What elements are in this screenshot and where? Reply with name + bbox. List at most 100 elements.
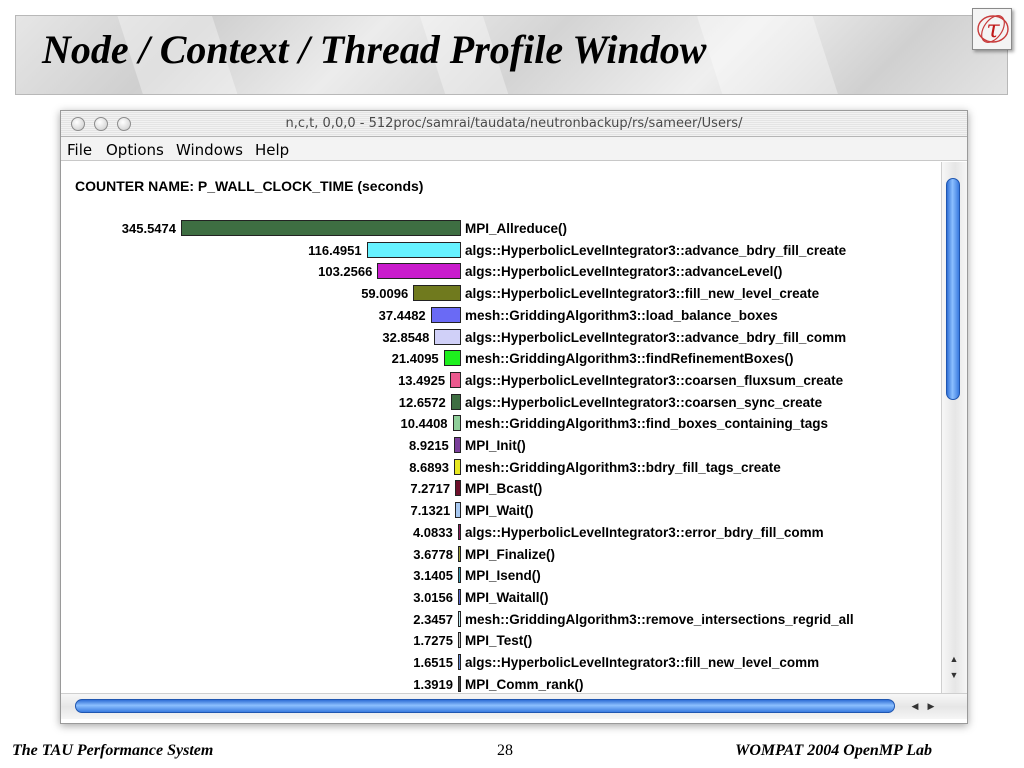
profile-row[interactable]: 8.9215 MPI_Init() <box>61 436 941 456</box>
scroll-right-arrow-icon[interactable]: ▶ <box>923 699 939 714</box>
profile-function-name[interactable]: MPI_Wait() <box>465 503 534 518</box>
profile-bar[interactable] <box>458 567 461 584</box>
profile-bar[interactable] <box>450 393 461 410</box>
profile-row[interactable]: 3.6778 MPI_Finalize() <box>61 545 941 565</box>
profile-row[interactable]: 8.6893 mesh::GriddingAlgorithm3::bdry_fil… <box>61 458 941 478</box>
profile-row[interactable]: 12.6572 algs::HyperbolicLevelIntegrator3:… <box>61 393 941 413</box>
footer-right: WOMPAT 2004 OpenMP Lab <box>735 742 932 759</box>
profile-row[interactable]: 4.0833 algs::HyperbolicLevelIntegrator3::… <box>61 523 941 543</box>
scroll-down-arrow-icon[interactable]: ▼ <box>946 668 962 683</box>
slide-title: Node / Context / Thread Profile Window <box>42 27 707 72</box>
profile-bar[interactable] <box>366 241 461 258</box>
profile-value: 116.4951 <box>308 242 362 258</box>
profile-function-name[interactable]: algs::HyperbolicLevelIntegrator3::fill_n… <box>465 655 819 670</box>
horizontal-scroll-thumb[interactable] <box>75 699 895 713</box>
profile-bar[interactable] <box>455 502 461 519</box>
profile-function-name[interactable]: MPI_Allreduce() <box>465 221 567 236</box>
profile-function-name[interactable]: algs::HyperbolicLevelIntegrator3::error_… <box>465 525 824 540</box>
profile-bar[interactable] <box>458 610 461 627</box>
profile-content-area: COUNTER NAME: P_WALL_CLOCK_TIME (seconds… <box>61 162 941 693</box>
profile-function-name[interactable]: algs::HyperbolicLevelIntegrator3::coarse… <box>465 395 822 410</box>
profile-function-name[interactable]: mesh::GriddingAlgorithm3::find_boxes_con… <box>465 416 828 431</box>
profile-row[interactable]: 1.7275 MPI_Test() <box>61 631 941 651</box>
scroll-up-arrow-icon[interactable]: ▲ <box>946 652 962 667</box>
menu-options[interactable]: Options <box>106 141 164 159</box>
profile-bar[interactable] <box>434 328 461 345</box>
profile-bar[interactable] <box>430 306 461 323</box>
profile-function-name[interactable]: mesh::GriddingAlgorithm3::load_balance_b… <box>465 308 778 323</box>
profile-bar[interactable] <box>413 285 461 302</box>
menu-file[interactable]: File <box>67 141 92 159</box>
profile-row[interactable]: 345.5474 MPI_Allreduce() <box>61 219 941 239</box>
profile-bar[interactable] <box>455 480 461 497</box>
profile-row[interactable]: 1.3919 MPI_Comm_rank() <box>61 675 941 693</box>
profile-function-name[interactable]: mesh::GriddingAlgorithm3::bdry_fill_tags… <box>465 460 781 475</box>
profile-value: 10.4408 <box>400 416 448 432</box>
profile-bar[interactable] <box>458 588 461 605</box>
profile-bar[interactable] <box>458 675 461 692</box>
menubar: File Options Windows Help <box>61 137 967 161</box>
window-titlebar[interactable]: n,c,t, 0,0,0 - 512proc/samrai/taudata/ne… <box>61 111 967 137</box>
profile-function-name[interactable]: mesh::GriddingAlgorithm3::remove_interse… <box>465 612 854 627</box>
profile-bar[interactable] <box>458 654 461 670</box>
profile-function-name[interactable]: MPI_Test() <box>465 633 532 648</box>
profile-bar[interactable] <box>457 523 461 540</box>
profile-value: 3.1405 <box>413 568 453 584</box>
profile-row[interactable]: 7.2717 MPI_Bcast() <box>61 479 941 499</box>
profile-row[interactable]: 59.0096 algs::HyperbolicLevelIntegrator3:… <box>61 284 941 304</box>
profile-value: 2.3457 <box>413 611 453 627</box>
profile-function-name[interactable]: MPI_Comm_rank() <box>465 677 584 692</box>
profile-bar[interactable] <box>377 263 461 280</box>
profile-value: 103.2566 <box>318 264 373 280</box>
profile-function-name[interactable]: MPI_Waitall() <box>465 590 549 605</box>
profile-function-name[interactable]: MPI_Finalize() <box>465 547 555 562</box>
menu-help[interactable]: Help <box>255 141 289 159</box>
profile-bar[interactable] <box>453 458 461 475</box>
profile-value: 3.6778 <box>413 546 453 562</box>
profile-function-name[interactable]: algs::HyperbolicLevelIntegrator3::advanc… <box>465 330 846 345</box>
profile-function-name[interactable]: algs::HyperbolicLevelIntegrator3::advanc… <box>465 243 846 258</box>
profile-row[interactable]: 1.6515 algs::HyperbolicLevelIntegrator3::… <box>61 653 941 673</box>
profile-value: 1.6515 <box>413 655 453 670</box>
profile-bar[interactable] <box>452 415 461 432</box>
horizontal-scrollbar[interactable]: ◀ ▶ <box>61 693 967 719</box>
scroll-left-arrow-icon[interactable]: ◀ <box>907 699 923 714</box>
profile-row[interactable]: 21.4095 mesh::GriddingAlgorithm3::findRef… <box>61 349 941 369</box>
profile-row[interactable]: 32.8548 algs::HyperbolicLevelIntegrator3:… <box>61 328 941 348</box>
counter-name-label: COUNTER NAME: P_WALL_CLOCK_TIME (seconds… <box>75 178 424 194</box>
page-number: 28 <box>497 742 513 759</box>
profile-row[interactable]: 116.4951 algs::HyperbolicLevelIntegrator3… <box>61 241 941 261</box>
profile-value: 345.5474 <box>121 221 176 236</box>
profile-function-name[interactable]: algs::HyperbolicLevelIntegrator3::coarse… <box>465 373 843 388</box>
profile-row[interactable]: 13.4925 algs::HyperbolicLevelIntegrator3:… <box>61 371 941 391</box>
profile-window: n,c,t, 0,0,0 - 512proc/samrai/taudata/ne… <box>60 110 968 724</box>
profile-bar[interactable] <box>181 220 461 236</box>
profile-bar[interactable] <box>443 350 461 367</box>
profile-function-name[interactable]: mesh::GriddingAlgorithm3::findRefinement… <box>465 351 794 366</box>
profile-row[interactable]: 3.0156 MPI_Waitall() <box>61 588 941 608</box>
profile-row[interactable]: 3.1405 MPI_Isend() <box>61 566 941 586</box>
profile-function-name[interactable]: MPI_Init() <box>465 438 526 453</box>
menu-windows[interactable]: Windows <box>176 141 243 159</box>
profile-bar[interactable] <box>458 545 461 562</box>
profile-value: 13.4925 <box>398 372 446 388</box>
profile-row[interactable]: 37.4482 mesh::GriddingAlgorithm3::load_ba… <box>61 306 941 326</box>
vertical-scroll-thumb[interactable] <box>946 178 960 400</box>
profile-value: 12.6572 <box>398 394 446 410</box>
footer-left: The TAU Performance System <box>12 742 214 759</box>
profile-function-name[interactable]: MPI_Bcast() <box>465 481 542 496</box>
profile-value: 8.9215 <box>409 438 449 453</box>
profile-bar[interactable] <box>450 371 461 388</box>
profile-function-name[interactable]: MPI_Isend() <box>465 568 541 583</box>
profile-bar[interactable] <box>453 437 461 453</box>
profile-row[interactable]: 103.2566 algs::HyperbolicLevelIntegrator3… <box>61 262 941 282</box>
tau-logo-icon: τ <box>972 8 1012 50</box>
profile-function-name[interactable]: algs::HyperbolicLevelIntegrator3::fill_n… <box>465 286 819 301</box>
profile-row[interactable]: 10.4408 mesh::GriddingAlgorithm3::find_bo… <box>61 414 941 434</box>
profile-value: 32.8548 <box>382 329 430 345</box>
profile-bar[interactable] <box>458 632 461 649</box>
vertical-scrollbar[interactable]: ▲ ▼ <box>941 162 967 693</box>
profile-function-name[interactable]: algs::HyperbolicLevelIntegrator3::advanc… <box>465 264 782 279</box>
profile-row[interactable]: 7.1321 MPI_Wait() <box>61 501 941 521</box>
profile-row[interactable]: 2.3457 mesh::GriddingAlgorithm3::remove_i… <box>61 610 941 630</box>
